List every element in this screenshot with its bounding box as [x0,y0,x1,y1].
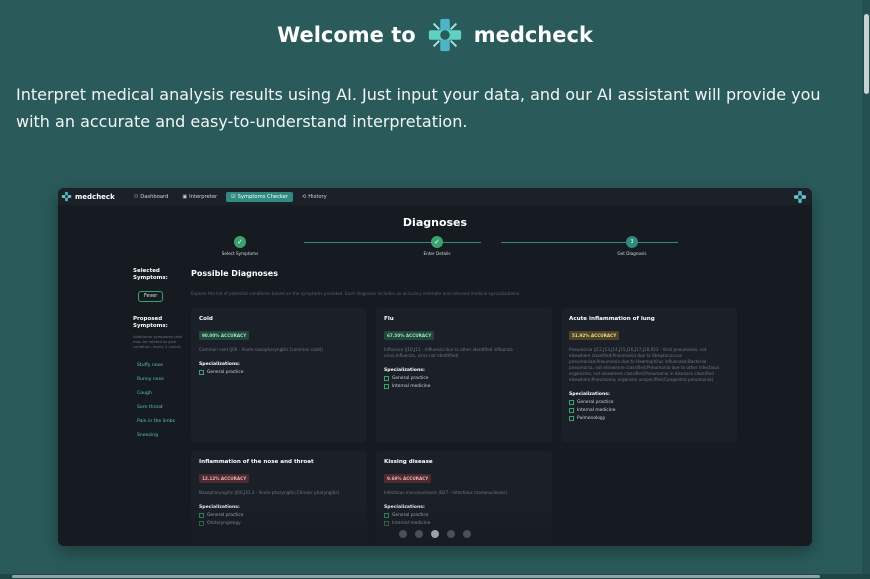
medcheck-logo-icon[interactable] [793,190,807,204]
medcheck-logo-icon [428,18,461,52]
app-nav: ⚇ Dashboard ▣ Interpreter ☑ Symptoms Che… [129,191,332,202]
medcheck-logo-icon [61,191,72,202]
step-connector [501,242,678,243]
proposed-symptom[interactable]: Sneezing [133,429,191,443]
app-brand[interactable]: medcheck [61,191,115,202]
nav-history[interactable]: ⟲ History [297,192,332,202]
accuracy-badge: 51.92% ACCURACY [569,331,620,340]
proposed-symptoms-note: Additional symptoms that may be related … [133,334,183,349]
hero-description: Interpret medical analysis results using… [16,85,821,131]
step-3-label: Get Diagnosis [617,251,647,256]
specialization-label: General practice [207,370,244,375]
specialization-label: Internal medicine [577,408,616,413]
bullet-icon [569,416,574,421]
proposed-symptom[interactable]: Stuffy nose [133,359,191,373]
selected-symptoms-title: Selected Symptoms: [133,268,168,281]
accuracy-badge: 90.00% ACCURACY [199,331,250,340]
page-dot-active[interactable] [431,530,439,538]
bullet-icon [384,376,389,381]
horizontal-scrollbar-thumb[interactable] [12,575,820,578]
proposed-symptoms-title: Proposed Symptoms: [133,316,168,329]
diagnosis-description: Pneumonia (J12,J13,J14,J15,J16,J17,J18,P… [569,347,720,382]
nav-symptoms-checker-label: Symptoms Checker [237,193,289,200]
possible-diagnoses-title: Possible Diagnoses [191,269,278,278]
horizontal-scrollbar[interactable] [0,574,870,579]
step-2-check-icon: ✓ [431,236,443,248]
specialization-item: General practice [384,376,544,381]
progress-stepper: ✓ Select Symptoms ✓ Enter Details 3 Get … [221,236,678,260]
symptoms-sidebar: Selected Symptoms: Fever Proposed Sympto… [133,268,191,443]
nav-history-label: History [308,193,327,200]
specialization-item: Internal medicine [569,408,729,413]
proposed-symptom[interactable]: Cough [133,387,191,401]
page-title: Diagnoses [402,216,468,229]
diagnosis-name: Flu [384,316,394,322]
app-preview: medcheck ⚇ Dashboard ▣ Interpreter ☑ Sym… [58,188,812,546]
page-dot[interactable] [415,530,423,538]
step-3-number: 3 [626,236,638,248]
bullet-icon [384,384,389,389]
bullet-icon [199,370,204,375]
specialization-label: Internal medicine [392,384,431,389]
hero-brand: medcheck [473,23,593,47]
specializations-label: Specializations: [199,362,240,367]
step-connector [304,242,481,243]
diagnosis-card[interactable]: Flu 67.50% ACCURACY Influenza (J10,J11 -… [376,308,552,443]
diagnosis-description: Nasopharyngitis (J00,J31.2 - Acute phary… [199,490,340,495]
nav-dashboard-label: Dashboard [140,193,169,200]
step-2-label: Enter Details [423,251,451,256]
specialization-item: Pulmonology [569,416,729,421]
nav-interpreter[interactable]: ▣ Interpreter [177,192,222,202]
page-dot[interactable] [399,530,407,538]
proposed-symptom[interactable]: Runny nose [133,373,191,387]
history-icon: ⟲ [302,193,307,200]
proposed-symptom[interactable]: Sore throat [133,401,191,415]
diagnosis-name: Cold [199,316,213,322]
pagination-dots [58,530,812,538]
page-dot[interactable] [447,530,455,538]
diagnosis-description: Common cold (J00 - Acute nasopharyngitis… [199,347,323,352]
nav-symptoms-checker[interactable]: ☑ Symptoms Checker [226,191,294,202]
specialization-label: General practice [577,400,614,405]
app-topbar: medcheck ⚇ Dashboard ▣ Interpreter ☑ Sym… [58,188,812,205]
vertical-scrollbar[interactable] [862,0,870,579]
diagnosis-description: Influenza (J10,J11 - Influenza due to ot… [384,347,513,358]
hero-title-prefix: Welcome to [277,23,416,47]
specializations-label: Specializations: [384,368,425,373]
checklist-icon: ☑ [231,193,236,200]
step-1-check-icon: ✓ [234,236,246,248]
page-dot[interactable] [463,530,471,538]
hero-title: Welcome to medcheck [0,16,870,54]
specialization-label: Pulmonology [577,416,606,421]
selected-symptom-chip[interactable]: Fever [138,291,164,302]
specializations-label: Specializations: [569,392,610,397]
vertical-scrollbar-thumb[interactable] [864,14,869,94]
diagnosis-description: Infectious mononucleosis (B27 - Infectio… [384,490,508,495]
diagnosis-card[interactable]: Acute inflammation of lung 51.92% ACCURA… [561,308,737,442]
nav-interpreter-label: Interpreter [189,193,218,200]
specialization-item: General practice [569,400,729,405]
proposed-symptom[interactable]: Pain in the limbs [133,415,191,429]
diagnosis-card[interactable]: Cold 90.00% ACCURACY Common cold (J00 - … [191,308,367,443]
accuracy-badge: 67.50% ACCURACY [384,331,435,340]
specialization-label: General practice [392,376,429,381]
diagnosis-name: Acute inflammation of lung [569,316,655,322]
bottom-fade [58,502,812,546]
user-icon: ⚇ [133,193,139,200]
diagnosis-name: Inflammation of the nose and throat [199,459,314,465]
bullet-icon [569,408,574,413]
proposed-symptoms-list: Stuffy nose Runny nose Cough Sore throat… [133,359,191,443]
accuracy-badge: 9.69% ACCURACY [384,474,432,483]
step-1-label: Select Symptoms [221,251,259,256]
specialization-item: General practice [199,370,359,375]
accuracy-badge: 12.12% ACCURACY [199,474,250,483]
camera-icon: ▣ [182,193,188,200]
diagnosis-name: Kissing disease [384,459,433,465]
specialization-item: Internal medicine [384,384,544,389]
app-brand-label: medcheck [75,192,115,201]
possible-diagnoses-subtitle: Explore the list of potential conditions… [191,291,521,296]
bullet-icon [569,400,574,405]
nav-dashboard[interactable]: ⚇ Dashboard [129,192,174,202]
